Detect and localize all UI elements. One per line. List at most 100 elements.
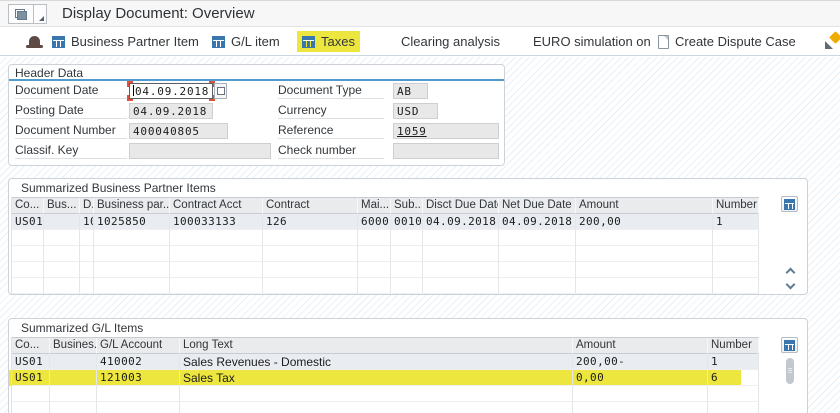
table-cell[interactable] xyxy=(499,262,576,278)
clearing-analysis-button[interactable]: Clearing analysis xyxy=(396,28,505,55)
table-cell[interactable] xyxy=(391,278,423,294)
table-cell[interactable] xyxy=(358,246,391,262)
table-cell[interactable]: Sales Tax xyxy=(180,370,573,386)
table-cell[interactable] xyxy=(44,230,80,246)
table-cell[interactable] xyxy=(44,246,80,262)
table-row[interactable] xyxy=(12,246,759,262)
table-cell[interactable] xyxy=(713,230,759,246)
table-cell[interactable] xyxy=(80,262,94,278)
table-cell[interactable] xyxy=(576,278,713,294)
table-cell[interactable]: 10 xyxy=(80,214,94,230)
input-field-classif-key[interactable] xyxy=(129,143,271,159)
input-field-document-date[interactable]: 04.09.2018 xyxy=(129,83,213,99)
table-cell[interactable] xyxy=(708,386,759,402)
table-cell[interactable] xyxy=(391,230,423,246)
table-cell[interactable] xyxy=(12,230,44,246)
column-header[interactable]: Contract Acct xyxy=(170,198,263,214)
table-settings-button[interactable] xyxy=(781,337,798,353)
datepicker-button[interactable] xyxy=(214,83,227,99)
table-cell[interactable] xyxy=(50,402,97,413)
table-cell[interactable]: 1025850 xyxy=(94,214,170,230)
table-cell[interactable] xyxy=(97,402,180,413)
table-cell[interactable]: US01 xyxy=(12,370,50,386)
table-cell[interactable]: 126 xyxy=(263,214,358,230)
table-cell[interactable] xyxy=(44,262,80,278)
input-field-posting-date[interactable]: 04.09.2018 xyxy=(129,103,213,119)
table-row[interactable] xyxy=(12,386,759,402)
display-hat-button[interactable] xyxy=(21,28,48,55)
window-menu-button[interactable] xyxy=(8,4,47,24)
table-row[interactable] xyxy=(12,230,759,246)
column-header[interactable]: Sub... xyxy=(391,198,423,214)
table-cell[interactable] xyxy=(44,278,80,294)
table-cell[interactable] xyxy=(80,230,94,246)
scroll-up-icon[interactable] xyxy=(786,268,796,278)
input-field-currency[interactable]: USD xyxy=(393,103,438,119)
table-cell[interactable] xyxy=(358,278,391,294)
table-cell[interactable] xyxy=(180,402,573,413)
column-header[interactable]: Mai... xyxy=(358,198,391,214)
table-cell[interactable]: 6000 xyxy=(358,214,391,230)
column-header[interactable]: Disct Due Date xyxy=(423,198,499,214)
column-header[interactable]: G/L Account xyxy=(97,338,180,354)
column-header[interactable]: Number xyxy=(713,198,759,214)
table-cell[interactable] xyxy=(713,278,759,294)
column-header[interactable]: Business par... xyxy=(94,198,170,214)
table-cell[interactable] xyxy=(170,278,263,294)
table-cell[interactable] xyxy=(94,278,170,294)
taxes-button[interactable]: Taxes xyxy=(297,31,360,52)
table-cell[interactable] xyxy=(44,214,80,230)
input-field-document-number[interactable]: 400040805 xyxy=(129,123,228,139)
column-header[interactable]: Number xyxy=(708,338,759,354)
table-row[interactable]: US01410002Sales Revenues - Domestic200,0… xyxy=(12,354,759,370)
table-cell[interactable]: 410002 xyxy=(97,354,180,370)
column-header[interactable]: Contract xyxy=(263,198,358,214)
input-field-check-number[interactable] xyxy=(393,143,499,159)
column-header[interactable]: Amount xyxy=(573,338,708,354)
table-cell[interactable] xyxy=(423,246,499,262)
table-cell[interactable]: US01 xyxy=(12,354,50,370)
column-header[interactable]: Net Due Date xyxy=(499,198,576,214)
table-cell[interactable]: 6 xyxy=(708,370,759,386)
business-partner-item-button[interactable]: Business Partner Item xyxy=(47,28,204,55)
column-header[interactable]: Bus... xyxy=(44,198,80,214)
column-header[interactable]: Co... xyxy=(12,338,50,354)
column-header[interactable]: Long Text xyxy=(180,338,573,354)
table-cell[interactable] xyxy=(170,246,263,262)
table-cell[interactable] xyxy=(499,230,576,246)
table-cell[interactable]: 200,00- xyxy=(573,354,708,370)
table-cell[interactable] xyxy=(50,354,97,370)
scroll-down-icon[interactable] xyxy=(786,280,796,290)
column-header[interactable]: Amount xyxy=(576,198,713,214)
table-cell[interactable]: 121003 xyxy=(97,370,180,386)
services-icon[interactable] xyxy=(824,33,840,50)
table-cell[interactable] xyxy=(708,402,759,413)
table-cell[interactable]: 04.09.2018 xyxy=(423,214,499,230)
table-cell[interactable] xyxy=(263,246,358,262)
table-cell[interactable] xyxy=(94,262,170,278)
table-cell[interactable] xyxy=(391,262,423,278)
table-cell[interactable]: 04.09.2018 xyxy=(499,214,576,230)
table-row[interactable] xyxy=(12,278,759,294)
create-dispute-case-button[interactable]: Create Dispute Case xyxy=(653,28,801,55)
column-header[interactable]: Busines... xyxy=(50,338,97,354)
table-cell[interactable]: 200,00 xyxy=(576,214,713,230)
table-cell[interactable] xyxy=(423,278,499,294)
table-cell[interactable]: 1 xyxy=(713,214,759,230)
input-field-reference[interactable]: 1059 xyxy=(393,123,499,139)
table-cell[interactable] xyxy=(358,262,391,278)
window-menu-dropdown[interactable] xyxy=(34,4,47,24)
table-cell[interactable] xyxy=(12,386,50,402)
table-cell[interactable] xyxy=(573,402,708,413)
table-cell[interactable] xyxy=(12,262,44,278)
table-cell[interactable] xyxy=(80,278,94,294)
table-cell[interactable] xyxy=(170,262,263,278)
table-cell[interactable] xyxy=(50,386,97,402)
column-header[interactable]: D.. xyxy=(80,198,94,214)
table-cell[interactable] xyxy=(358,230,391,246)
table-cell[interactable] xyxy=(12,246,44,262)
table-row[interactable] xyxy=(12,262,759,278)
table-cell[interactable] xyxy=(50,370,97,386)
table-cell[interactable] xyxy=(180,386,573,402)
table-settings-button[interactable] xyxy=(781,196,798,212)
